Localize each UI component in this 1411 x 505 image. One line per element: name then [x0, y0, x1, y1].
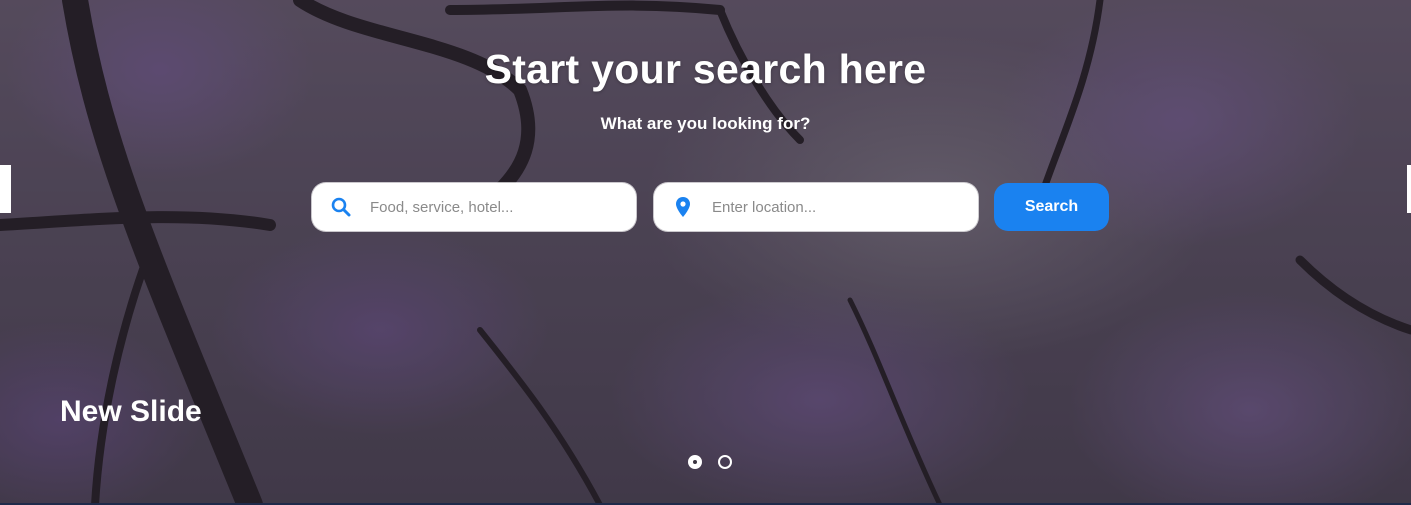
map-pin-icon: [654, 197, 712, 217]
prev-slide-arrow[interactable]: [0, 165, 11, 213]
search-what-field[interactable]: [312, 183, 636, 231]
slider-pagination: [688, 455, 732, 469]
slide-caption: New Slide: [60, 395, 202, 428]
location-input[interactable]: [712, 198, 952, 216]
slider-dot-2[interactable]: [718, 455, 732, 469]
hero-slider: Start your search here What are you look…: [0, 0, 1411, 505]
search-location-field[interactable]: [654, 183, 978, 231]
slider-dot-1[interactable]: [688, 455, 702, 469]
next-slide-arrow[interactable]: [1407, 165, 1411, 213]
search-button[interactable]: Search: [994, 183, 1109, 231]
search-icon: [312, 197, 370, 217]
hero-subtitle: What are you looking for?: [600, 114, 811, 133]
hero-title: Start your search here: [484, 46, 927, 92]
search-input[interactable]: [370, 198, 610, 216]
